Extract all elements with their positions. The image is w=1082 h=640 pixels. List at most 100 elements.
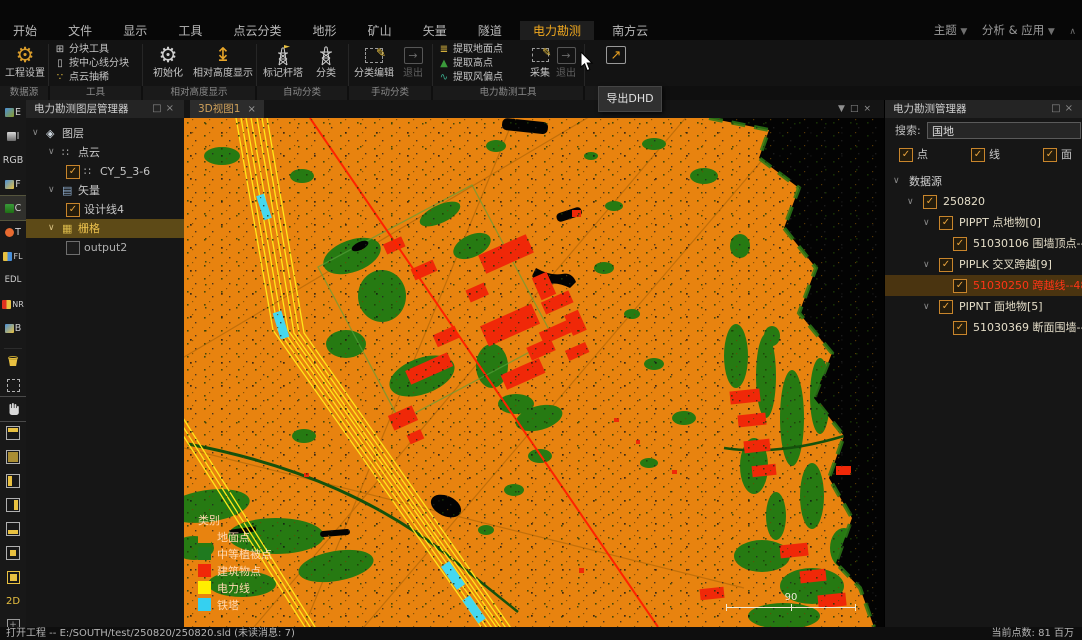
fill-bucket-button[interactable]	[0, 349, 26, 373]
time-view-button[interactable]: T	[0, 220, 26, 244]
menu-vector[interactable]: 矢量	[410, 21, 460, 41]
toggle-2d-button[interactable]: 2D	[0, 589, 26, 613]
menu-south-cloud[interactable]: 南方云	[599, 21, 661, 41]
chevron-icon[interactable]: ∨	[923, 255, 930, 276]
centerline-block-button[interactable]: ▯ 按中心线分块	[54, 57, 129, 71]
menu-tunnel[interactable]: 隧道	[465, 21, 515, 41]
tree-item-output2[interactable]: ✓ output2	[26, 238, 184, 257]
rgb-view-button[interactable]: RGB	[0, 148, 26, 172]
chevron-icon[interactable]: ∨	[48, 219, 55, 238]
checkbox-checked[interactable]: ✓	[939, 300, 953, 314]
pointcloud-thinning-button[interactable]: ∵ 点云抽稀	[54, 71, 129, 85]
menu-pointcloud-classify[interactable]: 点云分类	[220, 21, 294, 41]
initialize-button[interactable]: ⚙ 初始化	[146, 42, 190, 86]
classify-edit-button[interactable]: ✎ 分类编辑	[352, 42, 396, 86]
flightline-view-button[interactable]: FL	[0, 244, 26, 268]
legend-swatch	[198, 598, 211, 611]
view-iso-button[interactable]	[0, 445, 26, 469]
checkbox-checked[interactable]: ✓	[939, 258, 953, 272]
tree-item-51030250-selected[interactable]: ✓ 51030250 跨越线--48[7]	[885, 275, 1082, 296]
tab-list-dropdown-icon[interactable]: ▼	[838, 104, 850, 114]
view-back-button[interactable]	[0, 541, 26, 565]
close-view-icon[interactable]: ×	[863, 104, 876, 114]
chevron-icon[interactable]: ∨	[923, 297, 930, 318]
checkbox-checked[interactable]: ✓	[939, 216, 953, 230]
chevron-icon[interactable]: ∨	[48, 181, 55, 200]
menu-terrain[interactable]: 地形	[300, 21, 350, 41]
view-left-button[interactable]	[0, 469, 26, 493]
chevron-icon[interactable]: ∨	[923, 213, 930, 234]
pan-tool-button[interactable]	[0, 397, 26, 421]
relative-height-display-button[interactable]: ↨ 相对高度显示	[192, 42, 254, 86]
menu-tools[interactable]: 工具	[165, 21, 215, 41]
checkbox-checked[interactable]: ✓	[953, 321, 967, 335]
view-top-button[interactable]	[0, 421, 26, 445]
float-panel-icon[interactable]: □	[152, 103, 165, 114]
checkbox-checked[interactable]: ✓	[66, 203, 80, 217]
tree-item-pipnt[interactable]: ∨ ✓ PIPNT 面地物[5]	[885, 296, 1082, 317]
tree-item-pointcloud[interactable]: ∨ ∷ 点云	[26, 143, 184, 162]
filter-point-checkbox[interactable]: ✓	[899, 148, 913, 162]
tree-item-designline4[interactable]: ✓ 设计线4	[26, 200, 184, 219]
point-cloud-canvas[interactable]: 类别 地面点 中等植被点 建筑物点 电力线 铁塔 90	[184, 118, 884, 627]
menu-start[interactable]: 开始	[0, 21, 50, 41]
classify-button[interactable]: 分类	[308, 42, 344, 86]
float-panel-icon[interactable]: □	[1051, 103, 1064, 114]
theme-menu[interactable]: 主题 ▼	[934, 23, 968, 37]
elevation-view-button[interactable]: E	[0, 100, 26, 124]
polygon-edit-icon: ✎	[365, 42, 383, 68]
close-tab-icon[interactable]: ×	[247, 104, 255, 115]
intensity-view-button[interactable]: I	[0, 124, 26, 148]
checkbox-checked[interactable]: ✓	[923, 195, 937, 209]
menu-mine[interactable]: 矿山	[355, 21, 405, 41]
project-settings-button[interactable]: ⚙ 工程设置	[2, 42, 48, 86]
view-front-button[interactable]	[0, 517, 26, 541]
extract-high-points-button[interactable]: ▲ 提取高点	[438, 57, 503, 71]
tree-item-51030106[interactable]: ✓ 51030106 围墙顶点--40[0]	[885, 233, 1082, 254]
tree-item-raster[interactable]: ∨ ▦ 栅格	[26, 219, 184, 238]
menu-file[interactable]: 文件	[55, 21, 105, 41]
analysis-apps-menu[interactable]: 分析 & 应用 ▼	[982, 23, 1055, 37]
clip-polygon-button[interactable]	[0, 373, 26, 397]
chevron-icon[interactable]: ∨	[48, 143, 55, 162]
blend-view-button[interactable]: F	[0, 172, 26, 196]
tree-item-layers[interactable]: ∨ ◈ 图层	[26, 124, 184, 143]
tree-item-project-250820[interactable]: ∨ ✓ 250820	[885, 191, 1082, 212]
tab-3d-view[interactable]: 3D视图1×	[190, 100, 264, 118]
close-panel-icon[interactable]: ×	[1065, 103, 1077, 114]
filter-area-checkbox[interactable]: ✓	[1043, 148, 1057, 162]
tree-item-piplk[interactable]: ∨ ✓ PIPLK 交叉跨越[9]	[885, 254, 1082, 275]
tree-item-pippt[interactable]: ∨ ✓ PIPPT 点地物[0]	[885, 212, 1082, 233]
mouse-cursor	[580, 52, 594, 76]
tree-item-51030369[interactable]: ✓ 51030369 断面围墙--21[0]	[885, 317, 1082, 338]
extract-wind-offset-points-button[interactable]: ∿ 提取风偏点	[438, 71, 503, 85]
export-dhd-button[interactable]: ↗	[596, 42, 636, 86]
menu-display[interactable]: 显示	[110, 21, 160, 41]
view-right-button[interactable]	[0, 493, 26, 517]
checkbox-checked[interactable]: ✓	[66, 165, 80, 179]
checkbox-unchecked[interactable]: ✓	[66, 241, 80, 255]
chevron-icon[interactable]: ∨	[893, 172, 900, 191]
checkbox-checked[interactable]: ✓	[953, 279, 967, 293]
extract-ground-points-button[interactable]: ≣ 提取地面点	[438, 43, 503, 57]
b-view-button[interactable]: B	[0, 316, 26, 340]
nr-view-button[interactable]: NR	[0, 292, 26, 316]
block-tool-button[interactable]: ⊞ 分块工具	[54, 43, 129, 57]
group-label-relative-height: 相对高度显示	[143, 86, 255, 100]
zoom-extent-button[interactable]	[0, 565, 26, 589]
mark-tower-button[interactable]: 标记杆塔	[260, 42, 306, 86]
chevron-icon[interactable]: ∨	[907, 192, 914, 213]
menu-power-survey[interactable]: 电力勘测	[520, 21, 594, 41]
filter-line-checkbox[interactable]: ✓	[971, 148, 985, 162]
tree-item-vector[interactable]: ∨ ▤ 矢量	[26, 181, 184, 200]
ribbon-collapse-button[interactable]: ∧	[1069, 27, 1076, 37]
close-panel-icon[interactable]: ×	[166, 103, 178, 114]
search-input[interactable]	[927, 122, 1081, 139]
edl-view-button[interactable]: EDL	[0, 268, 26, 292]
float-view-icon[interactable]: □	[850, 104, 864, 114]
tree-item-datasource[interactable]: ∨ 数据源	[885, 172, 1082, 191]
classification-view-button[interactable]: C	[0, 196, 26, 220]
tree-item-cy536[interactable]: ✓ ∷ CY_5_3-6	[26, 162, 184, 181]
checkbox-checked[interactable]: ✓	[953, 237, 967, 251]
chevron-icon[interactable]: ∨	[32, 124, 39, 143]
